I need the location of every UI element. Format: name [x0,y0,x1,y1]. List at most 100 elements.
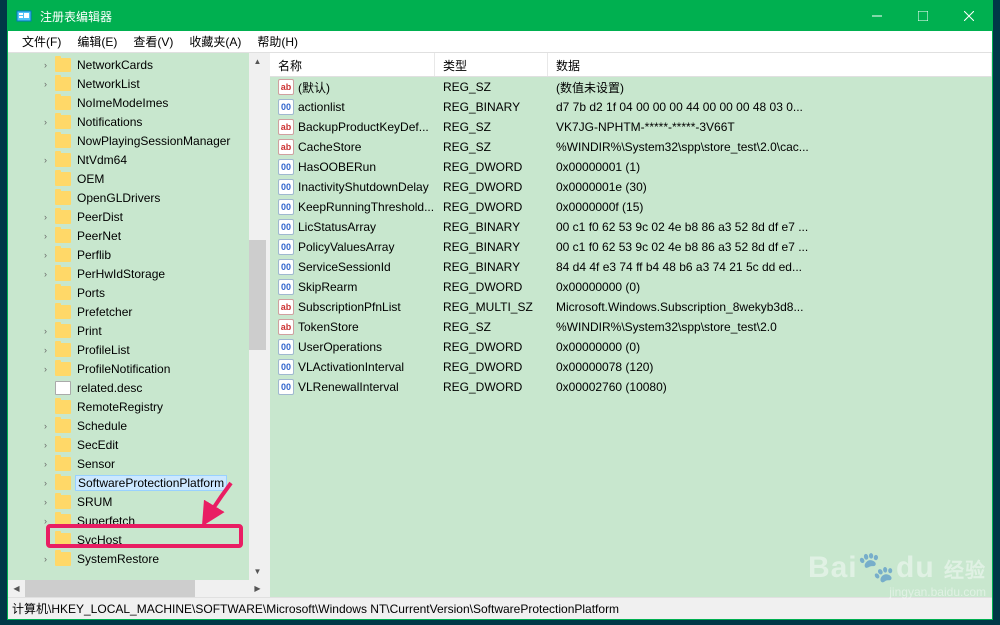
folder-icon [55,324,71,338]
tree-item[interactable]: ›PeerNet [8,226,266,245]
expand-icon[interactable]: › [40,154,51,165]
value-row[interactable]: abBackupProductKeyDef...REG_SZVK7JG-NPHT… [270,117,992,137]
tree-item[interactable]: › Sensor [8,454,266,473]
maximize-button[interactable] [900,1,946,31]
leaf-icon [40,287,51,298]
tree-item[interactable]: related.desc [8,378,266,397]
tree-item-label: PerHwIdStorage [75,267,167,281]
expand-icon[interactable]: › [40,420,51,431]
column-type[interactable]: 类型 [435,53,548,76]
menu-help[interactable]: 帮助(H) [249,31,306,52]
value-row[interactable]: 00UserOperationsREG_DWORD0x00000000 (0) [270,337,992,357]
value-row[interactable]: 00KeepRunningThreshold...REG_DWORD0x0000… [270,197,992,217]
expand-icon[interactable]: › [40,344,51,355]
tree-item[interactable]: OpenGLDrivers [8,188,266,207]
tree-vertical-scrollbar[interactable]: ▲ ▼ [249,53,266,580]
tree-item-label: NetworkCards [75,58,155,72]
expand-icon[interactable]: › [40,211,51,222]
expand-icon[interactable]: › [40,59,51,70]
column-data[interactable]: 数据 [548,53,992,76]
tree-item[interactable]: ›NtVdm64 [8,150,266,169]
menu-file[interactable]: 文件(F) [14,31,69,52]
expand-icon[interactable]: › [40,363,51,374]
expand-icon[interactable]: › [40,477,51,488]
tree-item-label: ProfileNotification [75,362,172,376]
value-row[interactable]: 00VLRenewalIntervalREG_DWORD0x00002760 (… [270,377,992,397]
tree-item[interactable]: ›SRUM [8,492,266,511]
tree-item[interactable]: ›ProfileList [8,340,266,359]
scroll-thumb-horizontal[interactable] [25,580,195,597]
tree-item[interactable]: NowPlayingSessionManager [8,131,266,150]
tree-item[interactable]: SvcHost [8,530,266,549]
tree-item[interactable]: ›SoftwareProtectionPlatform [8,473,266,492]
tree-item[interactable]: NoImeModeImes [8,93,266,112]
expand-icon[interactable]: › [40,553,51,564]
value-row[interactable]: 00ServiceSessionIdREG_BINARY84 d4 4f e3 … [270,257,992,277]
tree-item[interactable]: OEM [8,169,266,188]
value-name: VLRenewalInterval [298,380,399,394]
value-row[interactable]: abSubscriptionPfnListREG_MULTI_SZMicroso… [270,297,992,317]
value-name: InactivityShutdownDelay [298,180,429,194]
tree-item[interactable]: ›Notifications [8,112,266,131]
close-button[interactable] [946,1,992,31]
expand-icon[interactable]: › [40,439,51,450]
scroll-left-icon[interactable]: ◀ [8,580,25,597]
value-row[interactable]: 00VLActivationIntervalREG_DWORD0x0000007… [270,357,992,377]
value-row[interactable]: abCacheStoreREG_SZ%WINDIR%\System32\spp\… [270,137,992,157]
tree-item[interactable]: ›PeerDist [8,207,266,226]
minimize-button[interactable] [854,1,900,31]
value-row[interactable]: 00LicStatusArrayREG_BINARY00 c1 f0 62 53… [270,217,992,237]
column-name[interactable]: 名称 [270,53,435,76]
tree-horizontal-scrollbar[interactable]: ◀ ▶ [8,580,266,597]
values-list[interactable]: ab(默认)REG_SZ(数值未设置)00actionlistREG_BINAR… [270,77,992,597]
value-row[interactable]: 00InactivityShutdownDelayREG_DWORD0x0000… [270,177,992,197]
value-name: actionlist [298,100,345,114]
value-row[interactable]: 00SkipRearmREG_DWORD0x00000000 (0) [270,277,992,297]
expand-icon[interactable]: › [40,268,51,279]
scroll-down-icon[interactable]: ▼ [249,563,266,580]
tree-item[interactable]: ›SecEdit [8,435,266,454]
scroll-right-icon[interactable]: ▶ [249,580,266,597]
tree-item[interactable]: › PerHwIdStorage [8,264,266,283]
menu-favorites[interactable]: 收藏夹(A) [181,31,249,52]
expand-icon[interactable]: › [40,496,51,507]
expand-icon[interactable]: › [40,325,51,336]
regedit-window: 注册表编辑器 文件(F) 编辑(E) 查看(V) 收藏夹(A) 帮助(H) ›N… [7,0,993,620]
expand-icon[interactable]: › [40,515,51,526]
menu-edit[interactable]: 编辑(E) [69,31,125,52]
leaf-icon [40,534,51,545]
tree-item[interactable]: Ports [8,283,266,302]
tree-item[interactable]: ›Perflib [8,245,266,264]
registry-tree[interactable]: ›NetworkCards›NetworkListNoImeModeImes›N… [8,53,266,568]
tree-item-label: Sensor [75,457,117,471]
folder-icon [55,343,71,357]
tree-item[interactable]: ›NetworkList [8,74,266,93]
tree-item[interactable]: ›Print [8,321,266,340]
tree-item[interactable]: ›Schedule [8,416,266,435]
expand-icon[interactable]: › [40,116,51,127]
value-row[interactable]: 00HasOOBERunREG_DWORD0x00000001 (1) [270,157,992,177]
tree-item[interactable]: Prefetcher [8,302,266,321]
value-row[interactable]: 00actionlistREG_BINARYd7 7b d2 1f 04 00 … [270,97,992,117]
titlebar[interactable]: 注册表编辑器 [8,1,992,31]
expand-icon[interactable]: › [40,78,51,89]
tree-item[interactable]: › NetworkCards [8,55,266,74]
expand-icon[interactable]: › [40,458,51,469]
tree-item[interactable]: RemoteRegistry [8,397,266,416]
menu-view[interactable]: 查看(V) [125,31,181,52]
tree-item[interactable]: › ProfileNotification [8,359,266,378]
value-row[interactable]: 00PolicyValuesArrayREG_BINARY00 c1 f0 62… [270,237,992,257]
value-row[interactable]: ab(默认)REG_SZ(数值未设置) [270,77,992,97]
expand-icon[interactable]: › [40,230,51,241]
binary-value-icon: 00 [278,179,294,195]
string-value-icon: ab [278,299,294,315]
folder-icon [55,305,71,319]
tree-item-label: SystemRestore [75,552,161,566]
scroll-up-icon[interactable]: ▲ [249,53,266,70]
scroll-thumb-vertical[interactable] [249,240,266,350]
tree-item[interactable]: ›Superfetch [8,511,266,530]
expand-icon[interactable]: › [40,249,51,260]
leaf-icon [40,192,51,203]
value-row[interactable]: abTokenStoreREG_SZ%WINDIR%\System32\spp\… [270,317,992,337]
tree-item[interactable]: › SystemRestore [8,549,266,568]
